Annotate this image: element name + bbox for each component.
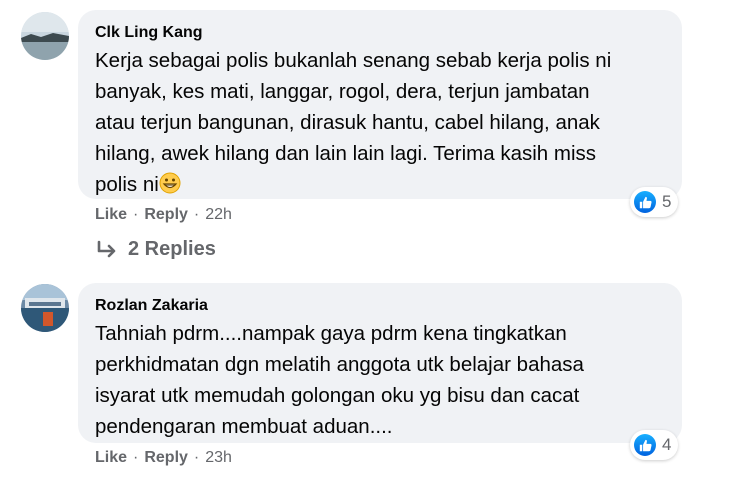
avatar-clk-ling-kang[interactable] [21,12,69,60]
comment-author[interactable]: Rozlan Zakaria [95,297,208,315]
reply-button[interactable]: Reply [144,206,188,224]
comment-text-line: hilang, awek hilang dan lain lain lagi. … [95,142,596,165]
like-button[interactable]: Like [95,449,127,467]
reaction-count: 5 [662,192,672,211]
comment-actions: Like · Reply · 23h [95,449,232,467]
comment-text-line: atau terjun bangunan, dirasuk hantu, cab… [95,111,600,134]
separator: · [193,449,200,466]
comment-author[interactable]: Clk Ling Kang [95,24,203,42]
comment-text: Kerja sebagai polis bukanlah senang seba… [95,45,675,200]
replies-label: 2 Replies [128,238,216,260]
like-button[interactable]: Like [95,206,127,224]
comment-text-fragment: polis ni [95,173,159,196]
grinning-face-emoji-icon [159,172,181,194]
comment-text-line: Tahniah pdrm....nampak gaya pdrm kena ti… [95,322,567,345]
comment-timestamp[interactable]: 23h [205,449,232,467]
comment-text-line-last: polis ni [95,169,675,200]
comment-bubble: Clk Ling Kang Kerja sebagai polis bukanl… [78,10,682,199]
separator: · [193,206,200,223]
reply-arrow-icon [96,240,118,260]
separator: · [133,206,139,223]
reaction-count: 4 [662,435,672,454]
reaction-summary[interactable]: 4 [630,430,679,460]
comment-actions: Like · Reply · 22h [95,206,232,224]
view-replies-button[interactable]: 2 Replies [96,238,216,261]
comment-bubble: Rozlan Zakaria Tahniah pdrm....nampak ga… [78,283,682,443]
reaction-summary[interactable]: 5 [630,187,679,217]
comment-text-line: pendengaran membuat aduan.... [95,415,393,438]
avatar-rozlan-zakaria[interactable] [21,284,69,332]
comment-text-line: perkhidmatan dgn melatih anggota utk bel… [95,353,584,376]
comment-text-line: banyak, kes mati, langgar, rogol, dera, … [95,80,590,103]
reply-button[interactable]: Reply [144,449,188,467]
thumbs-up-icon [634,191,656,213]
separator: · [133,449,139,466]
comment-text-line: isyarat utk memudah golongan oku yg bisu… [95,384,580,407]
comment-timestamp[interactable]: 22h [205,206,232,224]
comment-text: Tahniah pdrm....nampak gaya pdrm kena ti… [95,318,675,442]
comment-text-line: Kerja sebagai polis bukanlah senang seba… [95,49,612,72]
thumbs-up-icon [634,434,656,456]
